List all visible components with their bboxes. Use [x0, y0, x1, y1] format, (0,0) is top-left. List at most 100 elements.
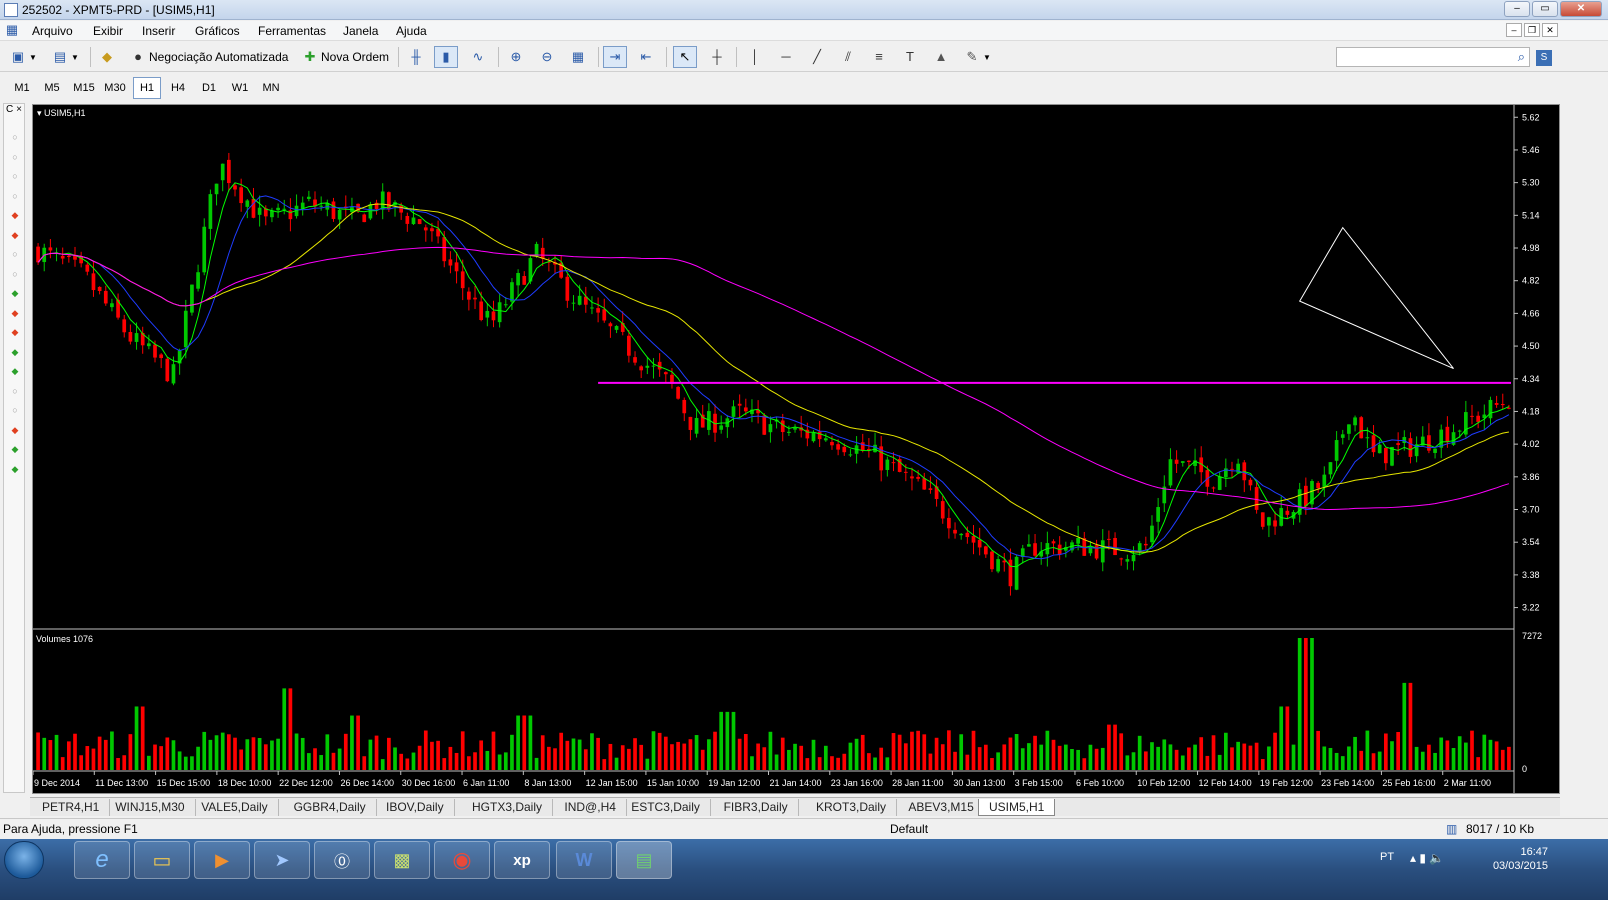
label-tool-button[interactable]: ▲ — [929, 46, 953, 68]
object-toggle-icon[interactable]: ◆ — [10, 230, 20, 240]
horizontal-line-button[interactable]: ─ — [774, 46, 798, 68]
language-indicator[interactable]: PT — [1380, 851, 1394, 863]
chart-tab[interactable]: HGTX3,Daily — [462, 799, 554, 816]
tf-m1[interactable]: M1 — [8, 77, 36, 99]
object-toggle-icon[interactable]: ◆ — [10, 308, 20, 318]
object-toggle-icon[interactable]: ◆ — [10, 347, 20, 357]
object-toggle-icon[interactable]: ○ — [10, 249, 20, 259]
trend-line-button[interactable]: ╱ — [805, 46, 829, 68]
community-icon[interactable]: S — [1536, 50, 1552, 66]
tf-h1[interactable]: H1 — [133, 77, 161, 99]
object-toggle-icon[interactable]: ○ — [10, 152, 20, 162]
taskbar-app[interactable]: ▩ — [374, 841, 430, 879]
tf-h4[interactable]: H4 — [164, 77, 192, 99]
mdi-restore-button[interactable]: ❐ — [1524, 23, 1540, 37]
object-toggle-icon[interactable]: ◆ — [10, 210, 20, 220]
menu-inserir[interactable]: Inserir — [142, 24, 175, 38]
object-toggle-icon[interactable]: ○ — [10, 171, 20, 181]
fibonacci-button[interactable]: ≡ — [867, 46, 891, 68]
chart-tab[interactable]: IND@,H4 — [554, 799, 627, 816]
shapes-menu-button[interactable]: ✎ ▼ — [960, 46, 995, 68]
candlestick-button[interactable]: ▮ — [434, 46, 458, 68]
toolbox-button[interactable]: ◆ — [95, 46, 119, 68]
crosshair-tool-button[interactable]: ┼ — [705, 46, 729, 68]
tf-m5[interactable]: M5 — [38, 77, 66, 99]
chart-shift-button[interactable]: ⇥ — [603, 46, 627, 68]
taskbar-explorer[interactable]: ▭ — [134, 841, 190, 879]
taskbar-metatrader[interactable]: ▤ — [616, 841, 672, 879]
menu-ferramentas[interactable]: Ferramentas — [258, 24, 326, 38]
close-button[interactable]: ✕ — [1560, 1, 1602, 17]
auto-trading-button[interactable]: ● Negociação Automatizada — [126, 46, 292, 68]
object-toggle-icon[interactable]: ◆ — [10, 464, 20, 474]
panel-close-icon[interactable]: × — [16, 104, 22, 118]
tf-mn[interactable]: MN — [257, 77, 285, 99]
objects-panel: C × ○ ○ ○ ○ ◆ ◆ ○ ○ ◆ ◆ ◆ ◆ ◆ ○ ○ ◆ ◆ ◆ — [3, 103, 25, 793]
zoom-in-button[interactable]: ⊕ — [504, 46, 528, 68]
menu-ajuda[interactable]: Ajuda — [396, 24, 427, 38]
chart-tab[interactable]: WINJ15,M30 — [105, 799, 196, 816]
taskbar-xp[interactable]: xp — [494, 841, 550, 879]
price-chart[interactable]: 5.62 5.46 5.30 5.14 4.98 4.82 4.66 4.50 4.34 4.18… — [32, 104, 1560, 794]
minimize-button[interactable]: – — [1504, 1, 1530, 17]
taskbar-hp[interactable]: ⓪ — [314, 841, 370, 879]
taskbar-arrow-app[interactable]: ➤ — [254, 841, 310, 879]
mdi-minimize-button[interactable]: – — [1506, 23, 1522, 37]
menu-janela[interactable]: Janela — [343, 24, 378, 38]
chart-tab[interactable]: KROT3,Daily — [806, 799, 898, 816]
object-toggle-icon[interactable]: ○ — [10, 386, 20, 396]
candle-body — [602, 309, 607, 321]
clock[interactable]: 16:47 03/03/2015 — [1493, 845, 1548, 873]
object-toggle-icon[interactable]: ○ — [10, 269, 20, 279]
vertical-line-button[interactable]: │ — [743, 46, 767, 68]
chart-tab[interactable]: IBOV,Daily — [376, 799, 455, 816]
cursor-tool-button[interactable]: ↖ — [673, 46, 697, 68]
object-toggle-icon[interactable]: ◆ — [10, 444, 20, 454]
tray-icons[interactable]: ▴ ▮ 🔈 — [1410, 851, 1444, 865]
chart-tab[interactable]: PETR4,H1 — [32, 799, 111, 816]
chart-tab[interactable]: GGBR4,Daily — [284, 799, 377, 816]
start-button[interactable] — [4, 841, 44, 879]
price-tick-label: 5.30 — [1522, 178, 1540, 188]
object-toggle-icon[interactable]: ◆ — [10, 288, 20, 298]
text-tool-button[interactable]: T — [898, 46, 922, 68]
candle-body — [454, 262, 459, 272]
menu-arquivo[interactable]: Arquivo — [32, 24, 73, 38]
object-toggle-icon[interactable]: ◆ — [10, 366, 20, 376]
taskbar-media[interactable]: ▶ — [194, 841, 250, 879]
zoom-out-button[interactable]: ⊖ — [535, 46, 559, 68]
taskbar-word[interactable]: W — [556, 841, 612, 879]
menu-graficos[interactable]: Gráficos — [195, 24, 240, 38]
taskbar-chrome[interactable]: ◉ — [434, 841, 490, 879]
chart-canvas[interactable]: 5.62 5.46 5.30 5.14 4.98 4.82 4.66 4.50 4.34 4.18… — [33, 105, 1559, 793]
chart-tab[interactable]: USIM5,H1 — [978, 799, 1056, 816]
chart-tab[interactable]: VALE5,Daily — [191, 799, 279, 816]
tf-d1[interactable]: D1 — [195, 77, 223, 99]
equidistant-channel-button[interactable]: ⫽ — [836, 46, 860, 68]
object-toggle-icon[interactable]: ○ — [10, 405, 20, 415]
tf-w1[interactable]: W1 — [226, 77, 254, 99]
taskbar-ie[interactable]: e — [74, 841, 130, 879]
tf-m15[interactable]: M15 — [70, 77, 98, 99]
bar-chart-button[interactable]: ╫ — [404, 46, 428, 68]
chart-tab[interactable]: ABEV3,M15 — [898, 799, 985, 816]
new-chart-button[interactable]: ▣ ▼ — [6, 46, 41, 68]
chart-window-icon[interactable]: ▦ — [4, 22, 20, 38]
autoscroll-button[interactable]: ⇤ — [634, 46, 658, 68]
menu-exibir[interactable]: Exibir — [93, 24, 123, 38]
object-toggle-icon[interactable]: ◆ — [10, 327, 20, 337]
tf-m30[interactable]: M30 — [101, 77, 129, 99]
chart-tab[interactable]: ESTC3,Daily — [621, 799, 711, 816]
search-input[interactable]: ⌕ — [1336, 47, 1530, 67]
candle-body — [1260, 512, 1265, 527]
chart-tab[interactable]: FIBR3,Daily — [714, 799, 799, 816]
object-toggle-icon[interactable]: ○ — [10, 191, 20, 201]
new-order-button[interactable]: ✚ Nova Ordem — [298, 46, 393, 68]
profiles-button[interactable]: ▤ ▼ — [48, 46, 83, 68]
object-toggle-icon[interactable]: ○ — [10, 132, 20, 142]
tile-windows-button[interactable]: ▦ — [566, 46, 590, 68]
line-chart-button[interactable]: ∿ — [466, 46, 490, 68]
object-toggle-icon[interactable]: ◆ — [10, 425, 20, 435]
mdi-close-button[interactable]: ✕ — [1542, 23, 1558, 37]
maximize-button[interactable]: ▭ — [1532, 1, 1558, 17]
